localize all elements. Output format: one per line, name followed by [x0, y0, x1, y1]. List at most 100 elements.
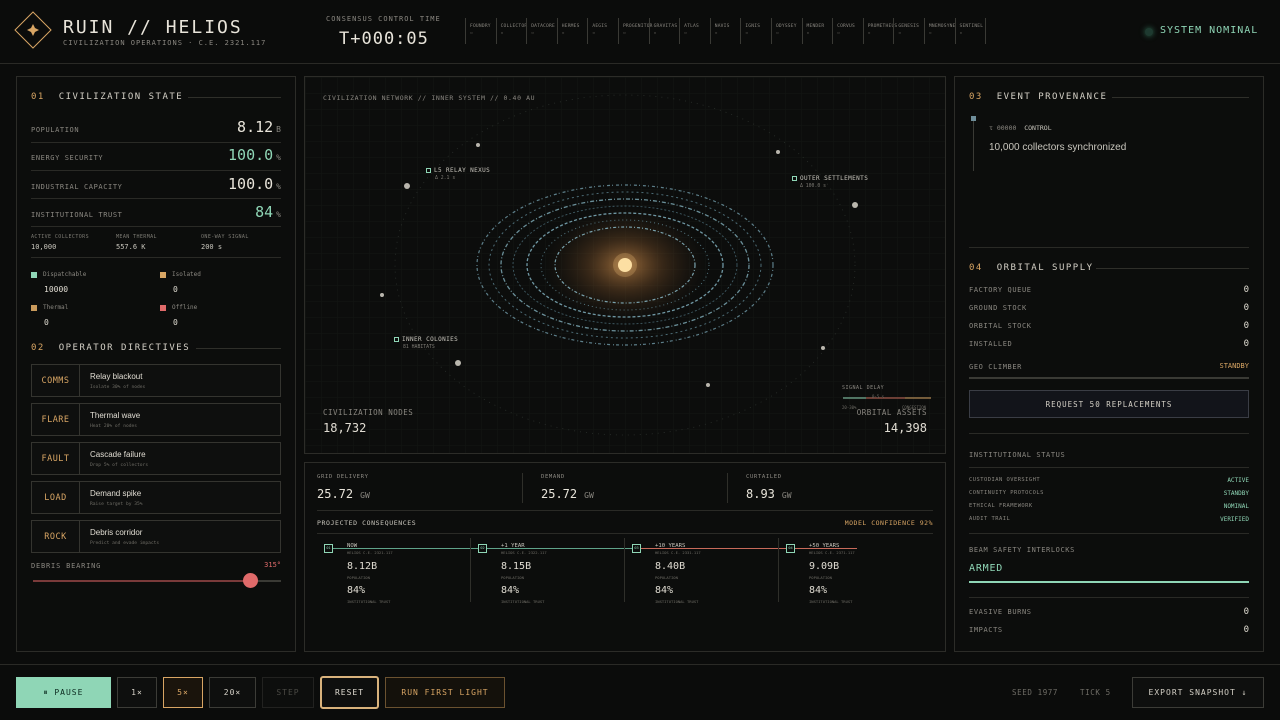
node-marker-icon [792, 176, 797, 181]
network-map-canvas[interactable] [305, 77, 945, 453]
directive-desc: Drop 5% of collectors [90, 463, 149, 468]
projection-population: 8.40B [655, 561, 686, 572]
industrial-capacity-value: 100.0% [228, 175, 281, 193]
beam-safety-label: BEAM SAFETY INTERLOCKS [969, 546, 1075, 554]
projection-trust: 84% [655, 585, 674, 596]
thermal-value: 0 [44, 318, 49, 327]
speed-1x-button[interactable]: 1× [117, 677, 157, 708]
clock-label: CONSENSUS CONTROL TIME [326, 15, 441, 23]
speed-5x-button[interactable]: 5× [163, 677, 203, 708]
population-value: 8.12 B [237, 118, 281, 136]
step-button[interactable]: STEP [262, 677, 314, 708]
dispatchable-swatch-icon [31, 272, 37, 278]
divider [522, 473, 523, 503]
directive-fault-button[interactable]: FAULT Cascade failure Drop 5% of collect… [31, 442, 281, 475]
divider [317, 510, 933, 511]
directive-comms-button[interactable]: COMMS Relay blackout Isolate 30% of node… [31, 364, 281, 397]
projection-marker-icon: 01 [324, 544, 333, 553]
collector-status: ▫ [622, 31, 626, 36]
pause-button[interactable]: ⏸ PAUSE [16, 677, 111, 708]
map-node[interactable] [455, 360, 461, 366]
collector-tile[interactable]: SENTINEL ▫ [954, 18, 986, 44]
app-title: RUIN // HELIOS [63, 17, 243, 38]
divider [31, 142, 281, 143]
projection-trust: 84% [347, 585, 366, 596]
directive-load-button[interactable]: LOAD Demand spike Raise target by 35% [31, 481, 281, 514]
map-node[interactable] [852, 202, 858, 208]
header: RUIN // HELIOS CIVILIZATION OPERATIONS ·… [0, 0, 1280, 64]
map-node[interactable] [476, 143, 480, 147]
orbital-assets-label: ORBITAL ASSETS [856, 408, 927, 417]
collector-tile[interactable]: AEGIS ▫ [587, 18, 618, 44]
map-label-outer[interactable]: OUTER SETTLEMENTS [792, 175, 868, 182]
speed-20x-button[interactable]: 20× [209, 677, 256, 708]
collector-tile[interactable]: MNEMOSYNE ▫ [923, 18, 956, 44]
collector-status: ▫ [959, 31, 963, 36]
projection-population: 8.15B [501, 561, 532, 572]
orbital-stock-value: 0 [1243, 321, 1249, 331]
collector-name: ODYSSEY [775, 24, 797, 29]
collector-tile[interactable]: HERMES ▫ [556, 18, 588, 44]
directive-flare-button[interactable]: FLARE Thermal wave Heat 20% of nodes [31, 403, 281, 436]
collector-name: CORVUS [837, 24, 855, 29]
collector-tile[interactable]: GRAVITAS ▫ [648, 18, 680, 44]
map-node[interactable] [404, 183, 410, 189]
directive-rock-button[interactable]: ROCK Debris corridor Predict and evade i… [31, 520, 281, 553]
collector-tile[interactable]: ATLAS ▫ [679, 18, 710, 44]
app-subtitle: CIVILIZATION OPERATIONS · C.E. 2321.117 [63, 39, 267, 47]
orbital-assets-value: 14,398 [883, 421, 927, 435]
map-node[interactable] [821, 346, 825, 350]
collector-status: ▫ [714, 31, 718, 36]
map-node[interactable] [706, 383, 710, 387]
ethical-framework-label: ETHICAL FRAMEWORK [969, 503, 1033, 509]
dispatchable-label: Dispatchable [43, 271, 87, 278]
projection-trust: 84% [809, 585, 828, 596]
collector-name: PROMETHEUS [867, 24, 898, 29]
tick-label: TICK 5 [1080, 688, 1111, 697]
divider [778, 538, 779, 602]
collector-tile[interactable]: FOUNDRY ▫ [465, 18, 496, 44]
run-first-light-button[interactable]: RUN FIRST LIGHT [385, 677, 505, 708]
debris-bearing-slider-handle[interactable] [242, 573, 258, 588]
collector-tile[interactable]: ODYSSEY ▫ [770, 18, 802, 44]
collector-tile[interactable]: NAVIS ▫ [709, 18, 741, 44]
collector-tile[interactable]: CORVUS ▫ [832, 18, 863, 44]
factory-queue-label: FACTORY QUEUE [969, 286, 1032, 294]
collector-name: MNEMOSYNE [928, 24, 956, 29]
collector-status: ▫ [500, 31, 504, 36]
status-dot-icon [1145, 28, 1153, 36]
demand-label: DEMAND [541, 474, 565, 480]
debris-bearing-slider-fill [33, 580, 250, 582]
collector-strip: FOUNDRY ▫ COLLECTOR ▫ DATACORE ▫ HERMES ▫ AEGIS ▫… [465, 18, 987, 44]
collector-tile[interactable]: GENESIS ▫ [893, 18, 924, 44]
reset-button[interactable]: RESET [320, 676, 379, 709]
divider [969, 247, 1249, 248]
event-time: τ 00000 CONTROL [989, 124, 1052, 132]
collector-tile[interactable]: DATACORE ▫ [526, 18, 557, 44]
collector-tile[interactable]: COLLECTOR ▫ [495, 18, 527, 44]
collector-status: ▫ [806, 31, 810, 36]
collector-tile[interactable]: IGNIS ▫ [740, 18, 771, 44]
dispatchable-value: 10000 [44, 285, 69, 294]
collector-tile[interactable]: PROMETHEUS ▫ [862, 18, 898, 44]
map-label-inner[interactable]: INNER COLONIES [394, 336, 458, 343]
ground-stock-value: 0 [1243, 303, 1249, 313]
directive-title: Debris corridor [90, 528, 143, 537]
active-collectors-value: 10,000 [31, 243, 57, 251]
collector-name: DATACORE [531, 24, 555, 29]
export-snapshot-button[interactable]: EXPORT SNAPSHOT ↓ [1132, 677, 1264, 708]
collector-status: ▫ [561, 31, 565, 36]
collector-tile[interactable]: MENDER ▫ [801, 18, 833, 44]
projection-sub: HELIOS C.E. 2371.117 [809, 550, 855, 555]
map-node[interactable] [380, 293, 384, 297]
request-replacements-button[interactable]: REQUEST 50 REPLACEMENTS [969, 390, 1249, 418]
thermal-label: Thermal [43, 304, 69, 311]
map-label-l5[interactable]: L5 RELAY NEXUS [426, 167, 490, 174]
map-node[interactable] [776, 150, 780, 154]
civ-state-heading: 01 CIVILIZATION STATE [31, 92, 184, 102]
collector-tile[interactable]: PROGENITOR ▫ [617, 18, 652, 44]
grid-delivery-label: GRID DELIVERY [317, 474, 369, 480]
directive-title: Relay blackout [90, 372, 143, 381]
seed-label: SEED 1977 [1012, 688, 1059, 697]
collector-status: ▫ [867, 31, 871, 36]
